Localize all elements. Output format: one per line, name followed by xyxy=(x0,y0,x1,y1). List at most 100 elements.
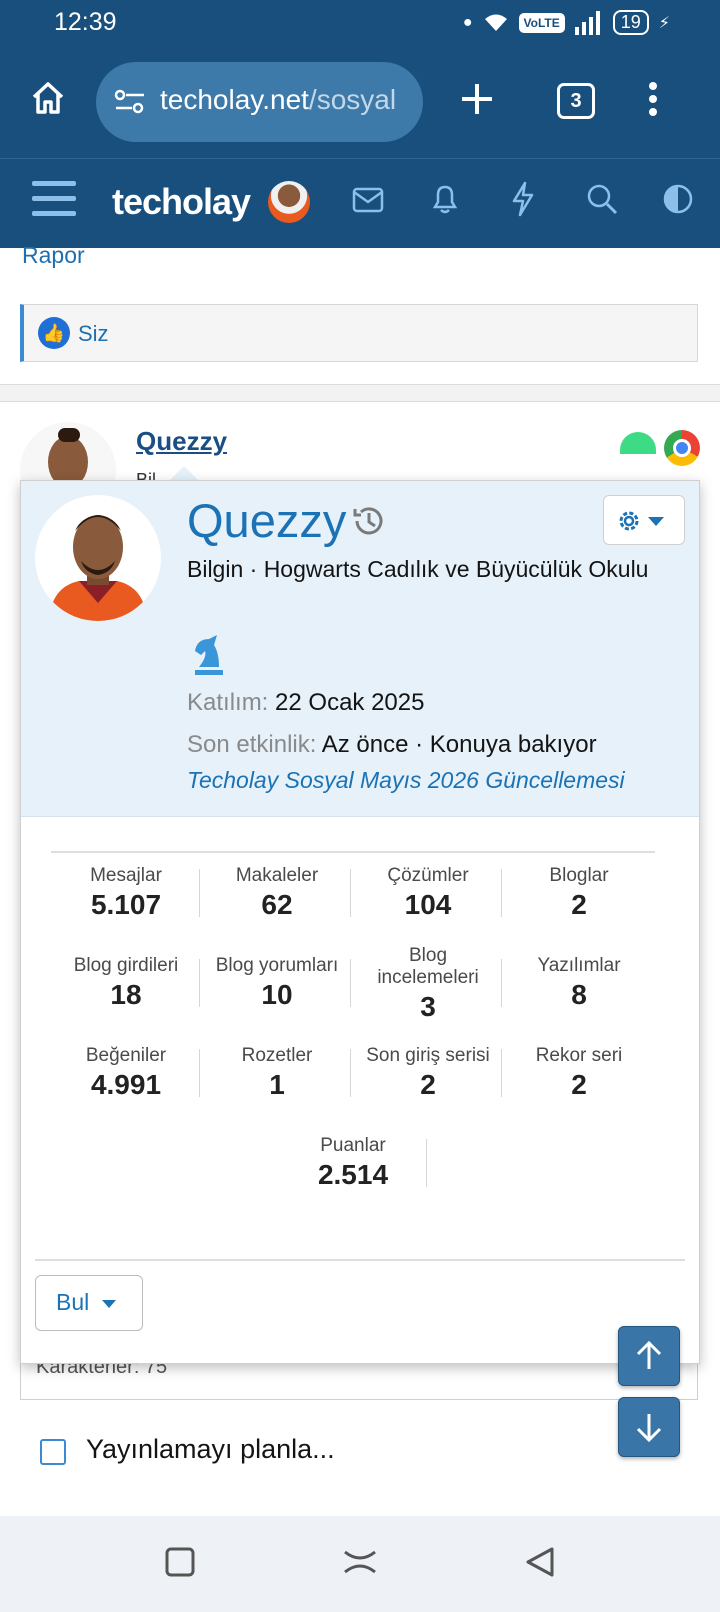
stat-blog-entries[interactable]: Blog girdileri 18 xyxy=(51,955,201,1011)
new-tab-icon[interactable] xyxy=(460,82,494,116)
url-path: /sosyal xyxy=(308,84,397,115)
stat-separator xyxy=(199,869,200,917)
bell-icon[interactable] xyxy=(430,183,460,215)
member-avatar[interactable] xyxy=(35,495,161,621)
stat-value: 2 xyxy=(420,1069,436,1100)
stat-record-streak[interactable]: Rekor seri 2 xyxy=(504,1045,654,1101)
stat-value: 8 xyxy=(571,979,587,1010)
stat-badges[interactable]: Rozetler 1 xyxy=(202,1045,352,1101)
reaction-bar[interactable]: 👍 Siz xyxy=(20,304,698,362)
status-icons: ● VoLTE 19 ⚡ xyxy=(463,10,670,35)
find-label: Bul xyxy=(56,1289,90,1315)
tab-switcher-button[interactable]: 3 xyxy=(557,83,595,119)
more-menu-icon[interactable] xyxy=(648,82,658,116)
gear-icon xyxy=(619,511,639,531)
stat-separator xyxy=(501,869,502,917)
stat-solutions[interactable]: Çözümler 104 xyxy=(353,865,503,921)
scroll-to-bottom-button[interactable] xyxy=(618,1397,680,1457)
stats-divider xyxy=(51,851,655,853)
report-link[interactable]: Rapor xyxy=(22,242,85,269)
stat-separator xyxy=(199,959,200,1007)
notification-dot-icon: ● xyxy=(462,13,473,31)
stat-separator xyxy=(501,1049,502,1097)
stat-label: Çözümler xyxy=(387,865,469,886)
member-name[interactable]: Quezzy xyxy=(187,493,346,548)
post-separator xyxy=(0,384,720,402)
android-icon xyxy=(620,432,656,454)
site-header: techolay xyxy=(0,159,720,248)
reaction-label[interactable]: Siz xyxy=(78,321,109,347)
mail-icon[interactable] xyxy=(352,187,384,213)
stat-label: Rekor seri xyxy=(535,1045,623,1066)
stat-blogs[interactable]: Bloglar 2 xyxy=(504,865,654,921)
stat-value: 62 xyxy=(261,889,293,920)
stat-value: 18 xyxy=(110,979,142,1010)
stat-software[interactable]: Yazılımlar 8 xyxy=(504,955,654,1011)
address-bar[interactable]: techolay.net/sosyal xyxy=(96,62,423,142)
stat-label: Blog yorumları xyxy=(215,955,339,976)
stat-articles[interactable]: Makaleler 62 xyxy=(202,865,352,921)
header-avatar[interactable] xyxy=(268,181,310,223)
home-icon[interactable] xyxy=(30,80,66,116)
stat-points[interactable]: Puanlar 2.514 xyxy=(278,1135,428,1191)
member-avatar-image xyxy=(49,515,147,621)
member-tooltip: Quezzy Bilgin · Hogwarts Cadılık ve Büyü… xyxy=(20,480,700,1364)
stat-label: Son giriş serisi xyxy=(366,1045,490,1066)
arrow-down-icon xyxy=(636,1414,662,1442)
stat-label: Makaleler xyxy=(235,865,319,886)
theme-toggle-icon[interactable] xyxy=(662,183,694,215)
site-logo[interactable]: techolay xyxy=(112,181,251,223)
member-tooltip-header: Quezzy Bilgin · Hogwarts Cadılık ve Büyü… xyxy=(21,481,699,817)
joined-value: 22 Ocak 2025 xyxy=(275,689,425,716)
stat-separator xyxy=(350,869,351,917)
member-rank: Bilgin · Hogwarts Cadılık ve Büyücülük O… xyxy=(187,556,649,582)
current-thread-link[interactable]: Techolay Sosyal Mayıs 2026 Güncellemesi xyxy=(187,767,625,794)
stat-value: 4.991 xyxy=(90,1069,162,1100)
stat-separator xyxy=(350,959,351,1007)
joined-label: Katılım: xyxy=(187,689,269,716)
chrome-icon xyxy=(664,430,700,466)
site-settings-icon[interactable] xyxy=(114,88,146,116)
stat-separator xyxy=(350,1049,351,1097)
back-icon[interactable] xyxy=(524,1546,556,1578)
stat-label: Rozetler xyxy=(241,1045,313,1066)
hamburger-menu-icon[interactable] xyxy=(32,181,76,217)
url-text: techolay.net/sosyal xyxy=(160,84,396,116)
search-icon[interactable] xyxy=(586,183,618,215)
stat-blog-comments[interactable]: Blog yorumları 10 xyxy=(202,955,352,1011)
post-username[interactable]: Quezzy xyxy=(136,426,227,457)
stat-blog-reviews[interactable]: Blog incelemeleri 3 xyxy=(353,945,503,1023)
stat-messages[interactable]: Mesajlar 5.107 xyxy=(51,865,201,921)
joined-row: Katılım: 22 Ocak 2025 xyxy=(187,689,424,717)
last-activity-row: Son etkinlik: Az önce · Konuya bakıyor xyxy=(187,731,597,759)
stat-label: Blog girdileri xyxy=(73,955,179,976)
status-time: 12:39 xyxy=(54,8,117,36)
schedule-label[interactable]: Yayınlamayı planla... xyxy=(86,1434,335,1465)
member-actions-button[interactable] xyxy=(603,495,685,545)
lightning-icon[interactable] xyxy=(510,181,536,217)
chevron-down-icon xyxy=(102,1300,116,1308)
scroll-to-top-button[interactable] xyxy=(618,1326,680,1386)
status-bar: 12:39 ● VoLTE 19 ⚡ xyxy=(0,0,720,46)
schedule-checkbox[interactable] xyxy=(40,1439,66,1465)
stat-separator xyxy=(426,1139,427,1187)
battery-indicator: 19 xyxy=(612,10,649,35)
stat-label: Puanlar xyxy=(320,1135,386,1156)
stat-value: 2 xyxy=(571,1069,587,1100)
stat-label: Bloglar xyxy=(549,865,609,886)
recents-icon[interactable] xyxy=(164,1546,196,1578)
like-icon: 👍 xyxy=(38,317,70,349)
stat-value: 1 xyxy=(269,1069,285,1100)
stat-value: 2.514 xyxy=(317,1159,389,1190)
last-activity-label: Son etkinlik: xyxy=(187,731,317,758)
chess-knight-icon xyxy=(195,635,223,675)
stat-value: 2 xyxy=(571,889,587,920)
stat-login-streak[interactable]: Son giriş serisi 2 xyxy=(353,1045,503,1101)
volte-badge: VoLTE xyxy=(518,12,565,33)
stat-likes[interactable]: Beğeniler 4.991 xyxy=(51,1045,201,1101)
find-button[interactable]: Bul xyxy=(35,1275,143,1331)
system-nav-bar xyxy=(0,1516,720,1612)
home-gesture-icon[interactable] xyxy=(342,1548,378,1576)
stat-label: Beğeniler xyxy=(85,1045,167,1066)
history-icon[interactable] xyxy=(351,503,387,539)
